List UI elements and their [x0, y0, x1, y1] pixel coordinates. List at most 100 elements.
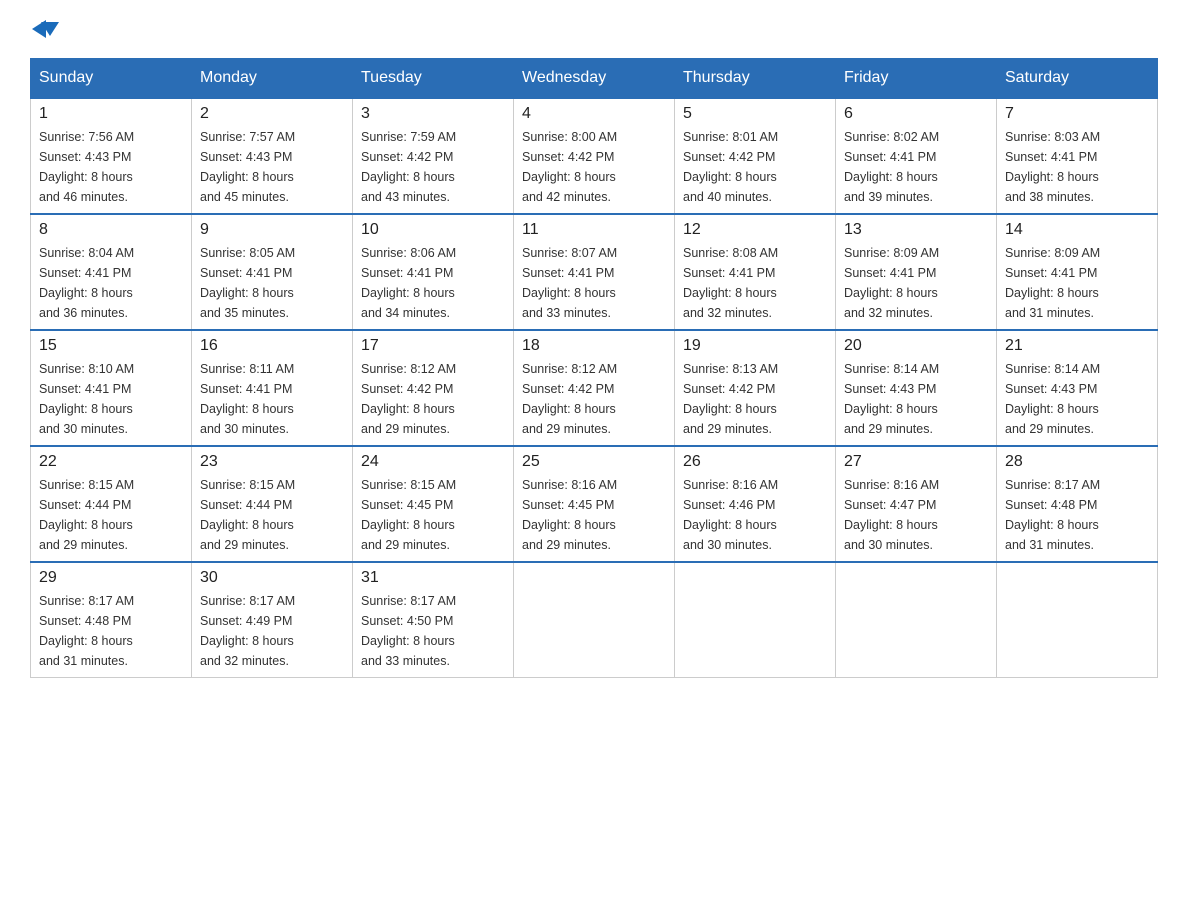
calendar-cell: 28 Sunrise: 8:17 AMSunset: 4:48 PMDayligh… [997, 446, 1158, 562]
calendar-cell: 29 Sunrise: 8:17 AMSunset: 4:48 PMDayligh… [31, 562, 192, 678]
calendar-cell: 16Sunrise: 8:11 AMSunset: 4:41 PMDayligh… [192, 330, 353, 446]
day-number: 20 [844, 337, 988, 355]
day-number: 13 [844, 221, 988, 239]
calendar-cell: 18 Sunrise: 8:12 AMSunset: 4:42 PMDayligh… [514, 330, 675, 446]
day-info: Sunrise: 8:17 AMSunset: 4:48 PMDaylight:… [39, 591, 183, 671]
calendar-cell: 30Sunrise: 8:17 AMSunset: 4:49 PMDayligh… [192, 562, 353, 678]
day-number: 25 [522, 453, 666, 471]
calendar-cell: 7Sunrise: 8:03 AMSunset: 4:41 PMDaylight… [997, 98, 1158, 214]
calendar-cell: 20 Sunrise: 8:14 AMSunset: 4:43 PMDayligh… [836, 330, 997, 446]
day-info: Sunrise: 8:07 AMSunset: 4:41 PMDaylight:… [522, 243, 666, 323]
days-of-week-row: Sunday Monday Tuesday Wednesday Thursday… [31, 59, 1158, 99]
calendar-cell: 27 Sunrise: 8:16 AMSunset: 4:47 PMDayligh… [836, 446, 997, 562]
day-info: Sunrise: 8:01 AMSunset: 4:42 PMDaylight:… [683, 127, 827, 207]
day-info: Sunrise: 8:17 AMSunset: 4:50 PMDaylight:… [361, 591, 505, 671]
calendar-cell [997, 562, 1158, 678]
day-number: 12 [683, 221, 827, 239]
day-number: 23 [200, 453, 344, 471]
day-number: 1 [39, 105, 183, 123]
week-row-3: 15Sunrise: 8:10 AMSunset: 4:41 PMDayligh… [31, 330, 1158, 446]
day-number: 27 [844, 453, 988, 471]
day-number: 6 [844, 105, 988, 123]
day-number: 29 [39, 569, 183, 587]
day-info: Sunrise: 8:16 AMSunset: 4:45 PMDaylight:… [522, 475, 666, 555]
day-info: Sunrise: 7:56 AMSunset: 4:43 PMDaylight:… [39, 127, 183, 207]
week-row-2: 8 Sunrise: 8:04 AMSunset: 4:41 PMDaylight… [31, 214, 1158, 330]
day-info: Sunrise: 8:16 AMSunset: 4:46 PMDaylight:… [683, 475, 827, 555]
calendar-cell: 11 Sunrise: 8:07 AMSunset: 4:41 PMDayligh… [514, 214, 675, 330]
triangle-down-icon [41, 22, 59, 36]
day-info: Sunrise: 8:15 AMSunset: 4:45 PMDaylight:… [361, 475, 505, 555]
day-number: 4 [522, 105, 666, 123]
calendar-cell: 5Sunrise: 8:01 AMSunset: 4:42 PMDaylight… [675, 98, 836, 214]
calendar-cell: 15Sunrise: 8:10 AMSunset: 4:41 PMDayligh… [31, 330, 192, 446]
week-row-1: 1 Sunrise: 7:56 AMSunset: 4:43 PMDaylight… [31, 98, 1158, 214]
day-number: 31 [361, 569, 505, 587]
day-info: Sunrise: 8:10 AMSunset: 4:41 PMDaylight:… [39, 359, 183, 439]
day-number: 19 [683, 337, 827, 355]
calendar-cell: 10 Sunrise: 8:06 AMSunset: 4:41 PMDayligh… [353, 214, 514, 330]
day-info: Sunrise: 7:59 AMSunset: 4:42 PMDaylight:… [361, 127, 505, 207]
day-number: 14 [1005, 221, 1149, 239]
calendar-body: 1 Sunrise: 7:56 AMSunset: 4:43 PMDaylight… [31, 98, 1158, 678]
day-number: 9 [200, 221, 344, 239]
calendar-cell: 2 Sunrise: 7:57 AMSunset: 4:43 PMDaylight… [192, 98, 353, 214]
col-thursday: Thursday [675, 59, 836, 99]
week-row-5: 29 Sunrise: 8:17 AMSunset: 4:48 PMDayligh… [31, 562, 1158, 678]
day-info: Sunrise: 8:16 AMSunset: 4:47 PMDaylight:… [844, 475, 988, 555]
day-info: Sunrise: 8:05 AMSunset: 4:41 PMDaylight:… [200, 243, 344, 323]
col-saturday: Saturday [997, 59, 1158, 99]
day-number: 2 [200, 105, 344, 123]
day-info: Sunrise: 8:08 AMSunset: 4:41 PMDaylight:… [683, 243, 827, 323]
day-info: Sunrise: 8:06 AMSunset: 4:41 PMDaylight:… [361, 243, 505, 323]
calendar-table: Sunday Monday Tuesday Wednesday Thursday… [30, 58, 1158, 678]
day-info: Sunrise: 8:14 AMSunset: 4:43 PMDaylight:… [1005, 359, 1149, 439]
col-wednesday: Wednesday [514, 59, 675, 99]
day-info: Sunrise: 8:03 AMSunset: 4:41 PMDaylight:… [1005, 127, 1149, 207]
day-number: 22 [39, 453, 183, 471]
calendar-cell: 23Sunrise: 8:15 AMSunset: 4:44 PMDayligh… [192, 446, 353, 562]
calendar-cell [836, 562, 997, 678]
day-number: 8 [39, 221, 183, 239]
day-number: 10 [361, 221, 505, 239]
calendar-cell [675, 562, 836, 678]
col-friday: Friday [836, 59, 997, 99]
calendar-cell: 26 Sunrise: 8:16 AMSunset: 4:46 PMDayligh… [675, 446, 836, 562]
calendar-cell: 31 Sunrise: 8:17 AMSunset: 4:50 PMDayligh… [353, 562, 514, 678]
day-number: 17 [361, 337, 505, 355]
day-number: 16 [200, 337, 344, 355]
calendar-cell: 24 Sunrise: 8:15 AMSunset: 4:45 PMDayligh… [353, 446, 514, 562]
col-tuesday: Tuesday [353, 59, 514, 99]
calendar-cell: 21Sunrise: 8:14 AMSunset: 4:43 PMDayligh… [997, 330, 1158, 446]
calendar-cell: 8 Sunrise: 8:04 AMSunset: 4:41 PMDaylight… [31, 214, 192, 330]
day-number: 11 [522, 221, 666, 239]
day-info: Sunrise: 8:12 AMSunset: 4:42 PMDaylight:… [361, 359, 505, 439]
calendar-cell: 3 Sunrise: 7:59 AMSunset: 4:42 PMDaylight… [353, 98, 514, 214]
week-row-4: 22Sunrise: 8:15 AMSunset: 4:44 PMDayligh… [31, 446, 1158, 562]
day-number: 24 [361, 453, 505, 471]
day-info: Sunrise: 8:09 AMSunset: 4:41 PMDaylight:… [1005, 243, 1149, 323]
calendar-cell: 4Sunrise: 8:00 AMSunset: 4:42 PMDaylight… [514, 98, 675, 214]
calendar-cell: 9 Sunrise: 8:05 AMSunset: 4:41 PMDaylight… [192, 214, 353, 330]
day-info: Sunrise: 8:17 AMSunset: 4:48 PMDaylight:… [1005, 475, 1149, 555]
day-number: 18 [522, 337, 666, 355]
calendar-cell: 25 Sunrise: 8:16 AMSunset: 4:45 PMDayligh… [514, 446, 675, 562]
day-info: Sunrise: 8:13 AMSunset: 4:42 PMDaylight:… [683, 359, 827, 439]
day-number: 3 [361, 105, 505, 123]
calendar-cell: 1 Sunrise: 7:56 AMSunset: 4:43 PMDaylight… [31, 98, 192, 214]
day-number: 30 [200, 569, 344, 587]
day-number: 28 [1005, 453, 1149, 471]
day-info: Sunrise: 8:14 AMSunset: 4:43 PMDaylight:… [844, 359, 988, 439]
calendar-cell: 6Sunrise: 8:02 AMSunset: 4:41 PMDaylight… [836, 98, 997, 214]
calendar-cell: 13Sunrise: 8:09 AMSunset: 4:41 PMDayligh… [836, 214, 997, 330]
day-info: Sunrise: 8:04 AMSunset: 4:41 PMDaylight:… [39, 243, 183, 323]
logo [30, 20, 59, 38]
logo-icon [32, 20, 59, 38]
calendar-cell: 14 Sunrise: 8:09 AMSunset: 4:41 PMDayligh… [997, 214, 1158, 330]
calendar-cell: 17 Sunrise: 8:12 AMSunset: 4:42 PMDayligh… [353, 330, 514, 446]
day-info: Sunrise: 8:12 AMSunset: 4:42 PMDaylight:… [522, 359, 666, 439]
calendar-cell: 12 Sunrise: 8:08 AMSunset: 4:41 PMDayligh… [675, 214, 836, 330]
day-number: 26 [683, 453, 827, 471]
calendar-cell: 19 Sunrise: 8:13 AMSunset: 4:42 PMDayligh… [675, 330, 836, 446]
day-info: Sunrise: 7:57 AMSunset: 4:43 PMDaylight:… [200, 127, 344, 207]
